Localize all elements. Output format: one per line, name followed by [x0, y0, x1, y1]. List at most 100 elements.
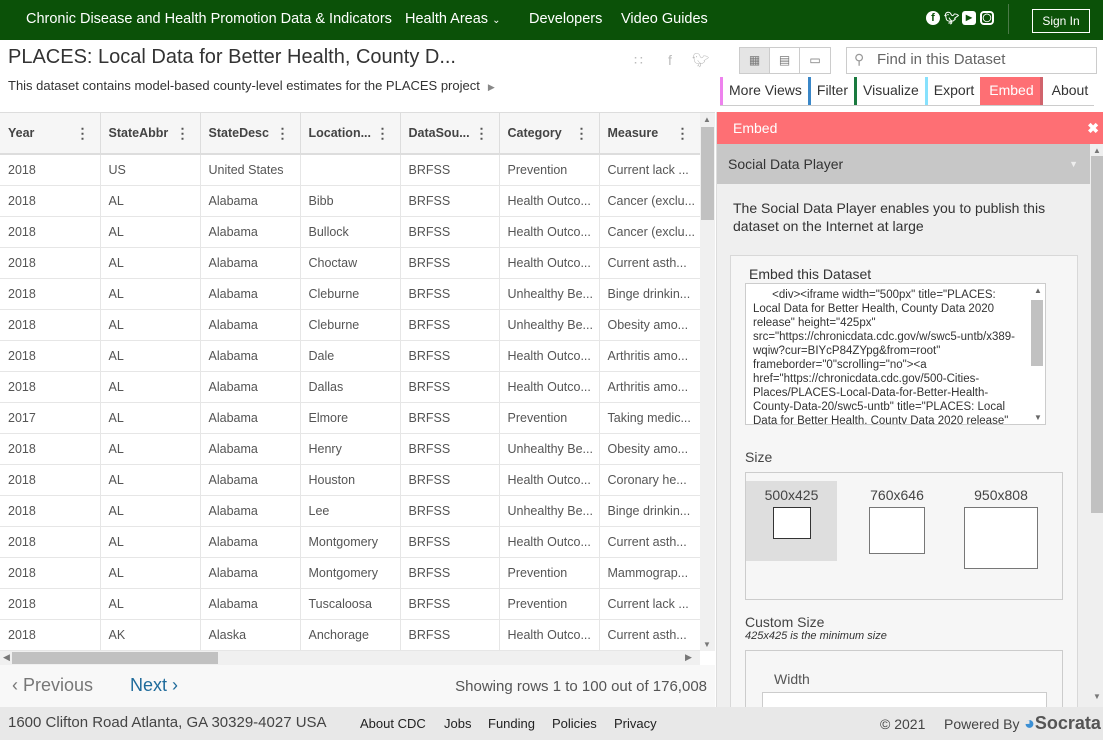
footer-link-privacy[interactable]: Privacy [614, 716, 657, 731]
tab-filter[interactable]: Filter [807, 77, 854, 105]
twitter-share-icon[interactable]: 🐦︎ [692, 52, 710, 69]
column-menu-icon[interactable]: ⋮ [76, 125, 90, 142]
table-row[interactable]: 2018 AL Alabama Dale BRFSS Health Outco... Art… [0, 340, 701, 372]
size-option-500x425[interactable]: 500x425 [746, 481, 837, 561]
footer-link-about-cdc[interactable]: About CDC [360, 716, 426, 731]
table-row[interactable]: 2018 AL Alabama Montgomery BRFSS Health Outco… [0, 526, 701, 558]
twitter-icon[interactable]: 🐦︎ [944, 11, 959, 25]
embed-code-scrollbar[interactable]: ▲ ▼ [1029, 284, 1045, 424]
next-button[interactable]: Next › [130, 675, 178, 696]
table-cell: 2018 [0, 278, 101, 310]
single-row-view-icon[interactable]: ▭ [800, 48, 830, 73]
column-menu-icon[interactable]: ⋮ [276, 125, 290, 142]
table-cell: Health Outco... [499, 185, 600, 217]
embed-code-textarea[interactable] [745, 283, 1046, 425]
size-option-760x646[interactable]: 760x646 [854, 487, 940, 554]
table-row[interactable]: 2017 AL Alabama Elmore BRFSS Prevention Taking… [0, 402, 701, 434]
table-cell: BRFSS [400, 309, 500, 341]
table-row[interactable]: 2018 AL Alabama Bullock BRFSS Health Outco...… [0, 216, 701, 248]
table-cell: Dallas [300, 371, 401, 403]
grid-vertical-scrollbar[interactable]: ▲ ▼ [700, 113, 715, 651]
header-row: Year ⋮ StateAbbr ⋮ StateDesc ⋮ Location... ⋮ Dat… [0, 113, 701, 155]
footer-link-funding[interactable]: Funding [488, 716, 535, 731]
column-menu-icon[interactable]: ⋮ [475, 125, 489, 142]
column-header[interactable]: Measure ⋮ [599, 113, 701, 155]
size-preview [772, 507, 811, 539]
copyright: © 2021 [880, 716, 926, 732]
footer-link-jobs[interactable]: Jobs [444, 716, 471, 731]
site-title-link[interactable]: Chronic Disease and Health Promotion Dat… [26, 11, 392, 27]
tab-embed[interactable]: Embed [980, 77, 1043, 105]
tab-visualize[interactable]: Visualize [854, 77, 925, 105]
footer-link-policies[interactable]: Policies [552, 716, 597, 731]
close-icon[interactable]: ✖ [1087, 112, 1099, 144]
table-cell: Alaska [200, 619, 301, 651]
table-cell: 2018 [0, 216, 101, 248]
facebook-share-icon[interactable]: f [668, 52, 672, 68]
table-row[interactable]: 2018 AL Alabama Dallas BRFSS Health Outco... A… [0, 371, 701, 403]
social-data-player-section[interactable]: Social Data Player ▼ [717, 144, 1090, 184]
column-header[interactable]: Category ⋮ [499, 113, 600, 155]
scroll-up-icon[interactable]: ▲ [703, 115, 711, 124]
table-row[interactable]: 2018 AL Alabama Houston BRFSS Health Outco...… [0, 464, 701, 496]
scroll-up-icon[interactable]: ▲ [1093, 146, 1101, 155]
table-row[interactable]: 2018 AL Alabama Cleburne BRFSS Unhealthy Be..… [0, 278, 701, 310]
table-row[interactable]: 2018 AL Alabama Cleburne BRFSS Unhealthy Be..… [0, 309, 701, 341]
custom-size-label: Custom Size [745, 614, 825, 630]
table-row[interactable]: 2018 AL Alabama Bibb BRFSS Health Outco... Can… [0, 185, 701, 217]
tab-export[interactable]: Export [924, 77, 980, 105]
table-row[interactable]: 2018 AL Alabama Choctaw BRFSS Health Outco...… [0, 247, 701, 279]
table-row[interactable]: 2018 AL Alabama Montgomery BRFSS Prevention Ma… [0, 557, 701, 589]
scroll-up-icon[interactable]: ▲ [1034, 286, 1042, 295]
socrata-logo[interactable]: ◕Socrata [1024, 713, 1101, 734]
size-option-950x808[interactable]: 950x808 [956, 487, 1046, 569]
grid-horizontal-scrollbar[interactable]: ◀ ▶ [0, 651, 700, 665]
rss-icon[interactable]: ∷ [634, 52, 643, 69]
scroll-down-icon[interactable]: ▼ [703, 640, 711, 649]
sign-in-button[interactable]: Sign In [1032, 9, 1090, 33]
grid-view-icon[interactable]: ▦ [740, 48, 770, 73]
tab-more-views[interactable]: More Views [720, 77, 808, 105]
table-cell: AL [100, 402, 201, 434]
facebook-icon[interactable]: f [926, 11, 940, 25]
column-menu-icon[interactable]: ⋮ [676, 125, 690, 142]
table-row[interactable]: 2018 AL Alabama Henry BRFSS Unhealthy Be... Ob… [0, 433, 701, 465]
panel-scrollbar[interactable]: ▲ ▼ [1090, 144, 1103, 707]
column-menu-icon[interactable]: ⋮ [176, 125, 190, 142]
nav-health-areas[interactable]: Health Areas ⌄ [405, 11, 500, 27]
table-cell: AL [100, 247, 201, 279]
youtube-icon[interactable]: ▶ [962, 11, 976, 25]
instagram-icon[interactable]: ◯ [980, 11, 994, 25]
table-row[interactable]: 2018 US United States BRFSS Prevention Curren… [0, 154, 701, 186]
dataset-description[interactable]: This dataset contains model-based county… [8, 78, 495, 93]
column-header[interactable]: DataSou... ⋮ [400, 113, 500, 155]
scroll-thumb[interactable] [1091, 156, 1103, 513]
top-nav-bar: Chronic Disease and Health Promotion Dat… [0, 0, 1103, 40]
scroll-thumb[interactable] [12, 652, 218, 664]
width-input[interactable] [762, 692, 1047, 707]
table-row[interactable]: 2018 AK Alaska Anchorage BRFSS Health Outco..… [0, 619, 701, 651]
table-cell: BRFSS [400, 495, 500, 527]
scroll-left-icon[interactable]: ◀ [3, 652, 10, 663]
nav-developers[interactable]: Developers [529, 11, 602, 27]
scroll-thumb[interactable] [701, 127, 714, 220]
column-header[interactable]: StateDesc ⋮ [200, 113, 301, 155]
table-body: 2018 US United States BRFSS Prevention Curren… [0, 154, 701, 651]
table-row[interactable]: 2018 AL Alabama Tuscaloosa BRFSS Prevention Cu… [0, 588, 701, 620]
column-header[interactable]: StateAbbr ⋮ [100, 113, 201, 155]
column-menu-icon[interactable]: ⋮ [376, 125, 390, 142]
column-header[interactable]: Year ⋮ [0, 113, 101, 155]
card-view-icon[interactable]: ▤ [770, 48, 800, 73]
tab-about[interactable]: About [1043, 77, 1095, 105]
search-input[interactable] [877, 51, 1092, 68]
expand-arrow-icon[interactable]: ▶ [488, 82, 495, 92]
scroll-down-icon[interactable]: ▼ [1034, 413, 1042, 422]
column-header[interactable]: Location... ⋮ [300, 113, 401, 155]
scroll-thumb[interactable] [1031, 300, 1043, 366]
previous-button[interactable]: ‹ Previous [12, 675, 93, 696]
scroll-right-icon[interactable]: ▶ [685, 652, 692, 663]
scroll-down-icon[interactable]: ▼ [1093, 692, 1101, 701]
nav-video-guides[interactable]: Video Guides [621, 11, 708, 27]
column-menu-icon[interactable]: ⋮ [575, 125, 589, 142]
table-row[interactable]: 2018 AL Alabama Lee BRFSS Unhealthy Be... Bing… [0, 495, 701, 527]
